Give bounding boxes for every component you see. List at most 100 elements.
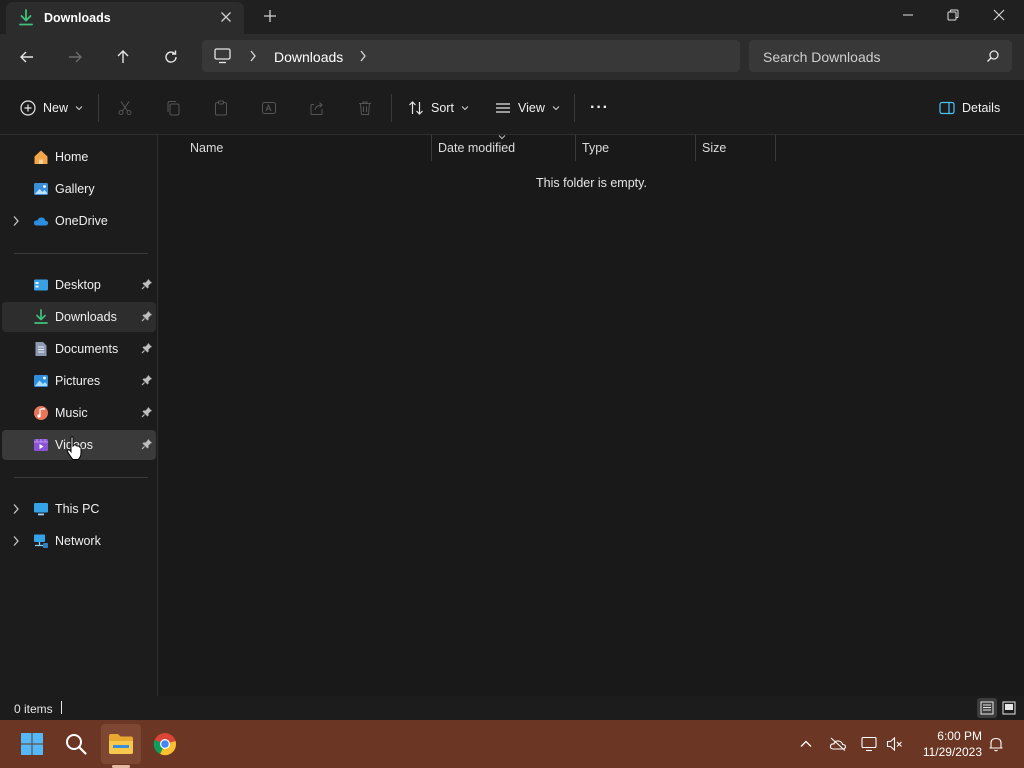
details-button[interactable]: Details (939, 98, 1000, 118)
divider (14, 253, 148, 254)
sidebar-item-onedrive[interactable]: OneDrive (2, 206, 156, 236)
column-divider[interactable] (775, 135, 776, 161)
restore-button[interactable] (930, 0, 976, 30)
documents-icon (35, 342, 47, 356)
view-label: View (518, 101, 545, 115)
status-separator (61, 701, 62, 714)
sidebar-item-network[interactable]: Network (2, 526, 156, 556)
up-button[interactable] (110, 44, 136, 70)
refresh-button[interactable] (158, 44, 184, 70)
column-header-label: Date modified (438, 141, 516, 155)
sidebar-item-this-pc[interactable]: This PC (2, 494, 156, 524)
pin-icon[interactable] (141, 278, 153, 290)
paste-icon (215, 100, 227, 116)
pin-icon[interactable] (141, 342, 153, 354)
column-header-name[interactable]: Name (183, 135, 431, 161)
taskbar: 6:00 PM 11/29/2023 (0, 720, 1024, 768)
search-box[interactable]: Search Downloads (749, 40, 1012, 72)
back-button[interactable] (14, 44, 40, 70)
sidebar-item-label: Gallery (55, 182, 95, 196)
show-hidden-icons-button[interactable] (796, 734, 816, 754)
sidebar-item-pictures[interactable]: Pictures (2, 366, 156, 396)
tab-downloads[interactable]: Downloads (6, 2, 244, 34)
sort-button[interactable]: Sort (408, 98, 469, 118)
taskbar-search-button[interactable] (56, 724, 96, 764)
close-button[interactable] (976, 0, 1022, 30)
sidebar-item-music[interactable]: Music (2, 398, 156, 428)
separator (574, 94, 575, 122)
taskbar-file-explorer[interactable] (101, 724, 141, 764)
delete-button[interactable] (355, 98, 375, 118)
address-bar[interactable]: Downloads (202, 40, 740, 72)
tray-volume[interactable] (885, 734, 905, 754)
chrome-icon (153, 733, 176, 756)
sidebar-item-label: Home (55, 150, 89, 164)
sidebar-item-downloads[interactable]: Downloads (2, 302, 156, 332)
search-input[interactable]: Search Downloads (763, 49, 881, 65)
home-icon (34, 150, 48, 164)
system-clock[interactable]: 6:00 PM 11/29/2023 (912, 728, 982, 760)
scissors-icon (118, 101, 132, 115)
column-header-type[interactable]: Type (575, 135, 695, 161)
tray-network[interactable] (860, 734, 880, 754)
chevron-right-icon[interactable] (248, 49, 258, 63)
view-button[interactable]: View (495, 98, 560, 118)
arrow-up-icon (117, 50, 129, 63)
sidebar-item-gallery[interactable]: Gallery (2, 174, 156, 204)
divider (14, 477, 148, 478)
status-bar: 0 items (0, 696, 1024, 720)
details-view-button[interactable] (977, 698, 997, 718)
copy-button[interactable] (163, 98, 183, 118)
column-header-size[interactable]: Size (695, 135, 775, 161)
search-icon (987, 50, 999, 62)
forward-button[interactable] (62, 44, 88, 70)
folder-icon (109, 734, 133, 754)
tray-onedrive[interactable] (828, 734, 848, 754)
column-header-label: Type (582, 141, 610, 155)
cut-button[interactable] (115, 98, 135, 118)
share-icon (310, 102, 323, 115)
chevron-right-icon[interactable] (12, 503, 20, 515)
cloud-off-icon (829, 737, 847, 751)
more-options-button[interactable]: ··· (590, 98, 609, 118)
tab-title: Downloads (44, 11, 111, 25)
pin-icon[interactable] (141, 374, 153, 386)
rename-button[interactable] (259, 98, 279, 118)
empty-folder-message: This folder is empty. (536, 176, 647, 190)
plus-circle-icon (20, 100, 36, 116)
pin-icon[interactable] (141, 438, 153, 450)
minimize-button[interactable] (885, 0, 931, 30)
pin-icon[interactable] (141, 310, 153, 322)
chevron-right-icon[interactable] (358, 49, 368, 63)
copy-icon (167, 101, 180, 116)
chevron-down-icon (552, 106, 560, 111)
sidebar-item-label: Music (55, 406, 88, 420)
new-button[interactable]: New (20, 98, 83, 118)
close-tab-icon[interactable] (218, 9, 234, 25)
pin-icon[interactable] (141, 406, 153, 418)
new-tab-icon[interactable] (261, 7, 279, 25)
sidebar-item-documents[interactable]: Documents (2, 334, 156, 364)
breadcrumb-downloads[interactable]: Downloads (274, 49, 343, 65)
start-button[interactable] (12, 724, 52, 764)
gallery-icon (34, 183, 48, 195)
desktop-icon (34, 279, 48, 291)
onedrive-icon (33, 217, 49, 226)
sidebar-item-home[interactable]: Home (2, 142, 156, 172)
sidebar-item-label: Desktop (55, 278, 101, 292)
sidebar-item-desktop[interactable]: Desktop (2, 270, 156, 300)
notifications-button[interactable] (986, 734, 1006, 754)
tiles-view-button[interactable] (999, 698, 1019, 718)
sidebar-item-label: Downloads (55, 310, 117, 324)
taskbar-chrome[interactable] (145, 724, 185, 764)
sidebar-item-label: Network (55, 534, 101, 548)
computer-icon[interactable] (214, 48, 231, 64)
separator (391, 94, 392, 122)
chevron-right-icon[interactable] (12, 535, 20, 547)
chevron-right-icon[interactable] (12, 215, 20, 227)
sort-icon (409, 101, 423, 115)
clock-date: 11/29/2023 (922, 745, 982, 759)
more-options-icon: ··· (590, 99, 609, 116)
paste-button[interactable] (211, 98, 231, 118)
share-button[interactable] (307, 98, 327, 118)
